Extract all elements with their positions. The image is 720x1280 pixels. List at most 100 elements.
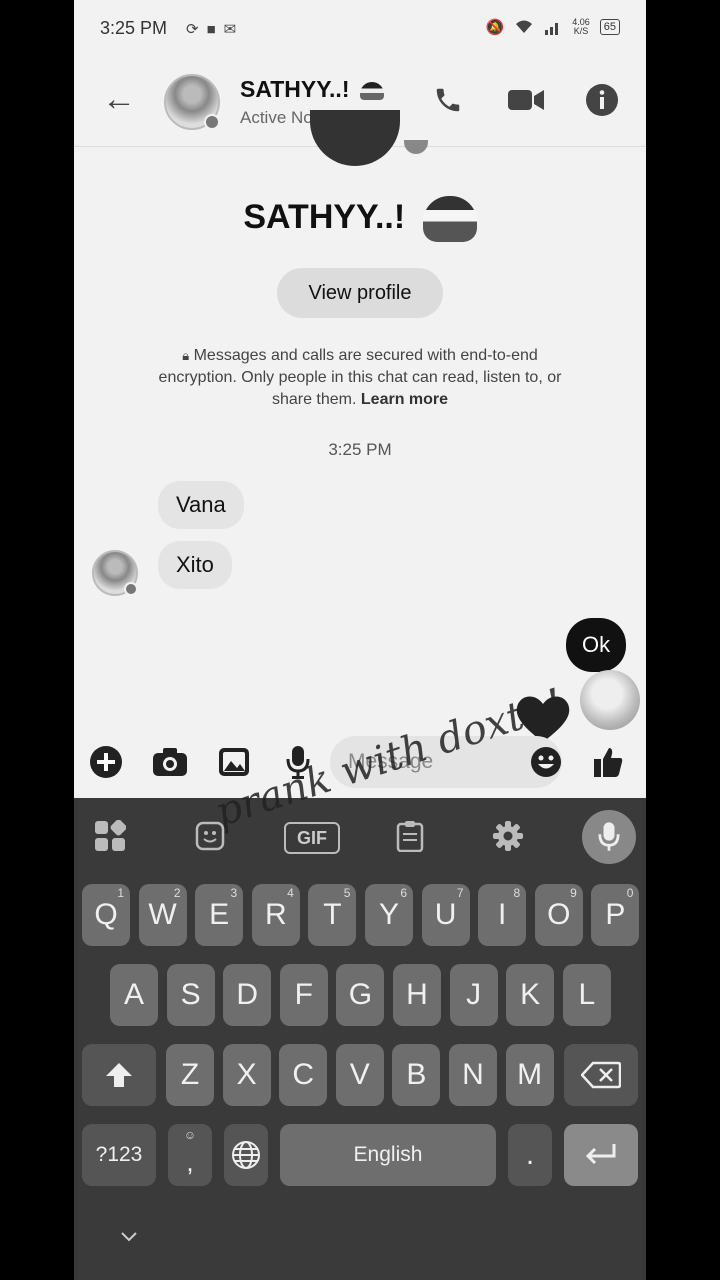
signal-icon [545, 23, 559, 35]
info-icon[interactable] [582, 80, 622, 120]
wifi-icon [516, 20, 533, 33]
key-label: N [462, 1058, 484, 1091]
key-c[interactable]: C [279, 1044, 328, 1106]
profile-photo[interactable] [310, 110, 400, 166]
contact-name[interactable]: SATHYY..! [240, 76, 384, 103]
voice-input-icon[interactable] [582, 810, 636, 864]
key-hint: 3 [230, 886, 238, 900]
plus-icon[interactable] [86, 742, 126, 782]
key-t[interactable]: T5 [308, 884, 357, 946]
key-w[interactable]: W2 [138, 884, 187, 946]
back-arrow-icon[interactable]: ← [102, 80, 136, 119]
clipboard-icon[interactable] [390, 816, 430, 856]
key-g[interactable]: G [336, 964, 385, 1026]
key-label: C [292, 1058, 315, 1091]
video-notification-icon: ■ [206, 21, 224, 38]
status-time: 3:25 PM [100, 18, 168, 38]
key-label: G [348, 978, 373, 1011]
thumbs-up-icon[interactable] [588, 742, 628, 782]
enter-key[interactable] [564, 1124, 638, 1186]
outgoing-message[interactable]: Ok [566, 618, 627, 672]
phone-screen: 3:25 PM ⟳■✉ 🔕 4.06 K/S 65 ← SATHYY..! Ac… [74, 0, 646, 1280]
key-hint: 1 [117, 886, 124, 900]
profile-name-text: SATHYY..! [243, 197, 406, 236]
key-b[interactable]: B [392, 1044, 441, 1106]
video-camera-icon[interactable] [506, 80, 546, 120]
key-hint: 9 [570, 886, 577, 900]
key-j[interactable]: J [449, 964, 498, 1026]
profile-name: SATHYY..! [74, 196, 646, 242]
globe-icon[interactable] [224, 1124, 268, 1186]
key-v[interactable]: V [335, 1044, 384, 1106]
period-key[interactable]: . [508, 1124, 552, 1186]
key-label: F [294, 978, 313, 1011]
key-label: D [236, 978, 259, 1011]
key-k[interactable]: K [506, 964, 555, 1026]
key-hint: 0 [626, 886, 634, 900]
key-q[interactable]: Q1 [82, 884, 130, 946]
view-profile-button[interactable]: View profile [277, 268, 443, 318]
key-o[interactable]: O9 [534, 884, 583, 946]
backspace-key[interactable] [564, 1044, 638, 1106]
key-a[interactable]: A [110, 964, 158, 1026]
key-label: T [323, 898, 342, 931]
key-label: E [209, 898, 230, 931]
space-key[interactable]: English [280, 1124, 496, 1186]
incoming-message[interactable]: Xito [158, 541, 232, 589]
key-label: Z [180, 1058, 200, 1091]
key-hint: 8 [513, 886, 521, 900]
key-hint: 5 [343, 886, 351, 900]
key-x[interactable]: X [222, 1044, 271, 1106]
key-label: H [406, 978, 428, 1011]
key-label: A [123, 978, 144, 1011]
symbols-key[interactable]: ?123 [82, 1124, 156, 1186]
key-label: U [434, 898, 457, 931]
speed-unit: K/S [573, 26, 589, 36]
key-d[interactable]: D [223, 964, 272, 1026]
shift-key[interactable] [82, 1044, 156, 1106]
key-f[interactable]: F [279, 964, 328, 1026]
contact-name-text: SATHYY..! [240, 76, 350, 102]
emoji-hint-icon: ☺ [183, 1128, 197, 1142]
settings-gear-icon[interactable] [488, 816, 528, 856]
key-label: V [349, 1058, 370, 1091]
apps-grid-icon[interactable] [90, 816, 130, 856]
status-bar: 3:25 PM ⟳■✉ 🔕 4.06 K/S 65 [74, 0, 646, 58]
heart-emoji-icon [359, 81, 384, 100]
key-r[interactable]: R4 [251, 884, 300, 946]
comma-key[interactable]: ☺ , [168, 1124, 212, 1186]
learn-more-link[interactable]: Learn more [361, 391, 448, 408]
key-s[interactable]: S [166, 964, 215, 1026]
key-p[interactable]: P0 [591, 884, 640, 946]
key-n[interactable]: N [449, 1044, 497, 1106]
hand-emoji-icon [580, 670, 640, 730]
phone-icon[interactable] [428, 80, 468, 120]
key-l[interactable]: L [562, 964, 611, 1026]
incoming-message[interactable]: Vana [158, 481, 244, 529]
key-label: Q [94, 898, 118, 931]
keyboard: GIF ?123 ☺ , English . Q 1 W 2 E 3 R 4 T… [74, 798, 646, 1280]
key-label: O [547, 898, 571, 931]
gif-button[interactable]: GIF [284, 822, 340, 854]
key-hint: 2 [173, 886, 181, 900]
sync-icon: ⟳ [186, 21, 207, 38]
gallery-icon[interactable] [214, 742, 254, 782]
key-h[interactable]: H [393, 964, 441, 1026]
profile-status-dot [404, 140, 428, 154]
keyboard-hide-icon[interactable] [120, 1230, 138, 1248]
encryption-notice: 🔒︎ Messages and calls are secured with e… [154, 345, 566, 411]
key-z[interactable]: Z [166, 1044, 214, 1106]
key-i[interactable]: I8 [478, 884, 527, 946]
key-u[interactable]: U7 [421, 884, 470, 946]
network-speed: 4.06 K/S [572, 18, 590, 36]
emoji-icon[interactable] [526, 742, 566, 782]
sender-status-dot [124, 582, 138, 596]
key-label: R [264, 898, 287, 931]
key-m[interactable]: M [505, 1044, 554, 1106]
key-y[interactable]: Y6 [365, 884, 413, 946]
app-notification-icon: ✉ [223, 21, 245, 38]
key-e[interactable]: E3 [195, 884, 244, 946]
camera-icon[interactable] [150, 742, 190, 782]
key-hint: 7 [456, 886, 464, 900]
message-timestamp: 3:25 PM [328, 440, 392, 459]
